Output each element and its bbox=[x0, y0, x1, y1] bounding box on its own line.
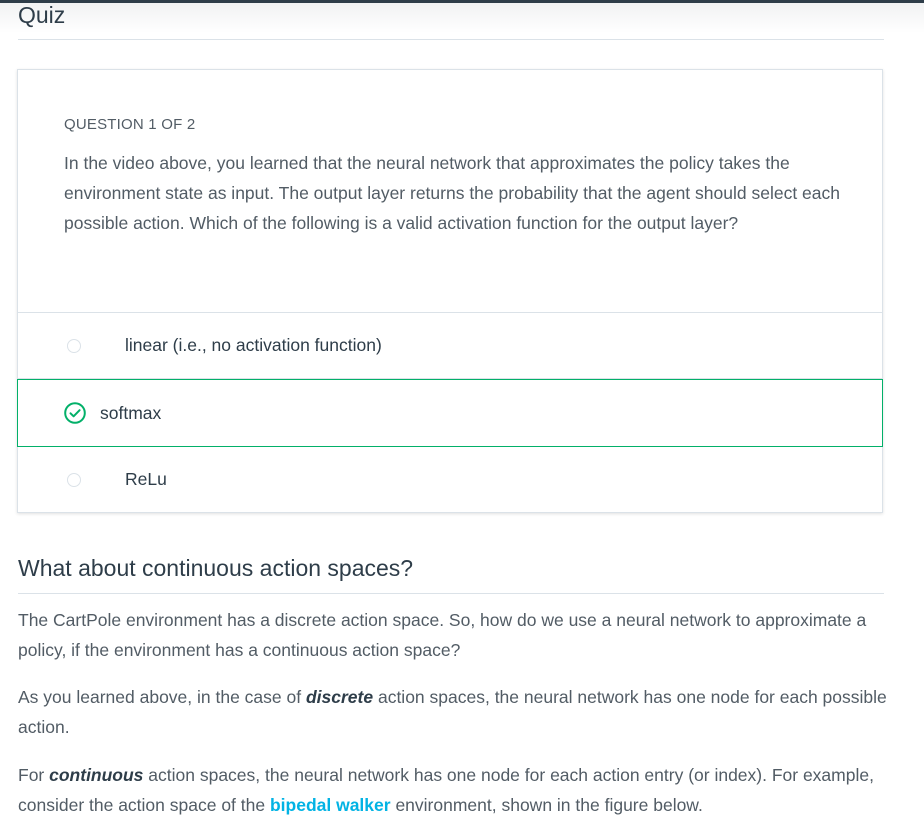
paragraph-2: As you learned above, in the case of dis… bbox=[18, 682, 888, 742]
top-shadow bbox=[0, 3, 924, 33]
question-text: In the video above, you learned that the… bbox=[64, 153, 840, 233]
option-linear[interactable]: linear (i.e., no activation function) bbox=[18, 313, 882, 379]
quiz-title: Quiz bbox=[18, 2, 66, 28]
quiz-card: QUESTION 1 OF 2 In the video above, you … bbox=[17, 69, 883, 513]
text-span: For bbox=[18, 765, 50, 785]
bipedal-walker-link[interactable]: bipedal walker bbox=[270, 795, 391, 815]
section-divider bbox=[18, 593, 884, 594]
emphasis-continuous: continuous bbox=[49, 765, 144, 785]
paragraph-1: The CartPole environment has a discrete … bbox=[18, 610, 867, 660]
option-label: ReLu bbox=[125, 469, 167, 489]
section-heading: What about continuous action spaces? bbox=[18, 555, 414, 581]
emphasis-discrete: discrete bbox=[305, 687, 374, 707]
radio-icon[interactable] bbox=[67, 473, 81, 487]
text-span: environment, shown in the figure below. bbox=[390, 795, 703, 815]
question-counter: QUESTION 1 OF 2 bbox=[64, 116, 196, 133]
option-label: linear (i.e., no activation function) bbox=[125, 335, 382, 355]
option-softmax[interactable]: softmax bbox=[17, 379, 883, 447]
radio-icon[interactable] bbox=[67, 339, 81, 353]
text-span: As you learned above, in the case of bbox=[18, 687, 306, 707]
check-circle-icon bbox=[64, 402, 86, 424]
paragraph-3: For continuous action spaces, the neural… bbox=[18, 760, 888, 820]
option-relu[interactable]: ReLu bbox=[18, 447, 882, 513]
option-label: softmax bbox=[100, 403, 162, 423]
title-divider bbox=[18, 39, 884, 40]
